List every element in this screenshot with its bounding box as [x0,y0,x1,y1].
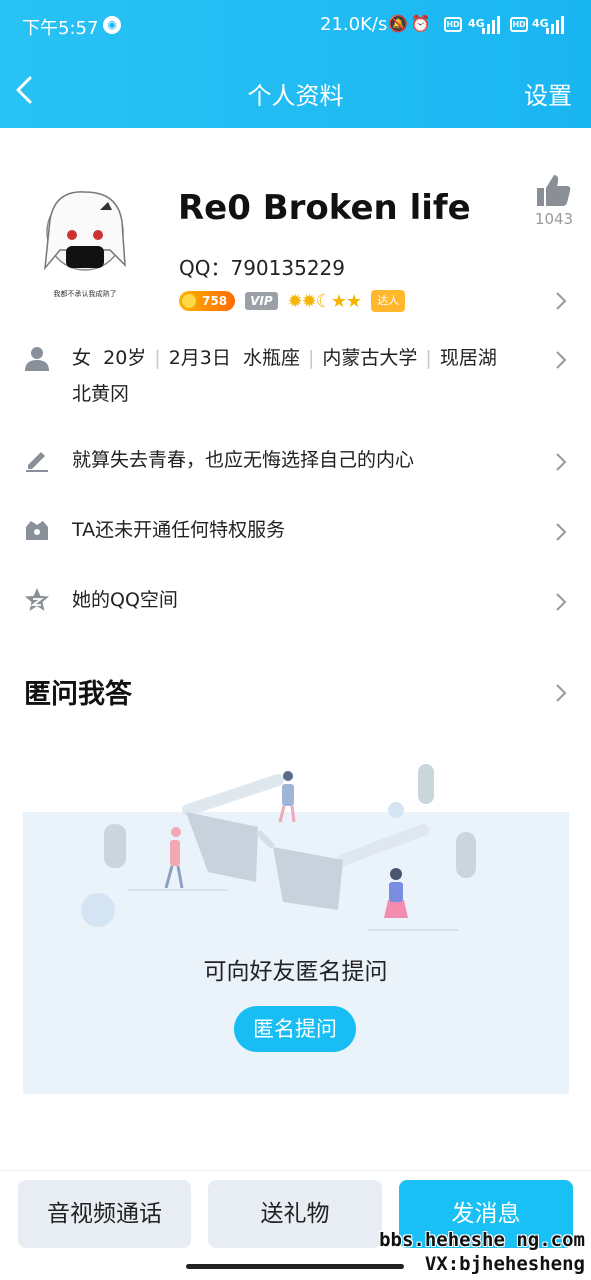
qq-number: QQ：790135229 [179,256,346,280]
mute-alarm-icons: 🔕⏰ [388,14,434,33]
home-indicator[interactable] [186,1264,404,1269]
zodiac: 水瓶座 [242,347,300,369]
watermark-line2: VX:bjhehesheng [424,1253,585,1275]
school: 内蒙古大学 [322,347,418,369]
qzone-star-icon [25,588,49,611]
hd-icon: HD [444,17,462,32]
send-gift-button[interactable]: 送礼物 [208,1180,382,1248]
status-bar: 下午5:57 ◉ 21.0K/s 🔕⏰ HD 4G HD 4G [0,0,591,52]
badge-row[interactable]: 758 VIP ✹✹☾★★ 达人 [179,288,406,314]
chevron-right-icon[interactable] [555,683,567,703]
privilege-text: TA还未开通任何特权服务 [72,519,286,541]
location-line2: 北黄冈 [72,383,130,405]
avatar-caption: 我都不承认我成熟了 [54,289,117,298]
watermark-line1: bbs.heheshe ng.com [379,1229,585,1251]
chevron-right-icon [556,351,567,369]
location-line1: 现居湖 [439,347,497,369]
chevron-right-icon [556,453,567,471]
watermark: bbs.heheshe ng.com VX:bjhehesheng [379,1228,585,1276]
daren-badge: 达人 [371,290,406,312]
coin-level-value: 758 [202,294,228,308]
coin-icon [181,293,197,309]
qa-section-title[interactable]: 匿问我答 [24,672,132,711]
page-title: 个人资料 [247,82,344,110]
vip-badge: VIP [245,292,278,310]
signal-icon-2 [546,14,564,34]
chevron-right-icon[interactable] [555,291,567,311]
edit-pencil-icon [26,452,48,472]
signal-icon [482,14,500,34]
video-call-button[interactable]: 音视频通话 [18,1180,191,1248]
chevron-right-icon [556,593,567,611]
status-time: 下午5:57 [22,18,99,39]
crown-icon [26,521,48,540]
basic-info-text: 女 20岁 | 2月3日 水瓶座 | 内蒙古大学 | 现居湖 北黄冈 [72,347,497,405]
coin-level-badge: 758 [179,291,236,311]
network-speed: 21.0K/s [320,14,388,35]
hd-icon-2: HD [510,17,528,32]
qzone-text: 她的QQ空间 [72,589,178,611]
settings-button[interactable]: 设置 [524,76,572,111]
signature-text: 就算失去青春，也应无悔选择自己的内心 [72,449,415,471]
avatar[interactable]: 我都不承认我成熟了 [30,180,140,300]
qa-prompt: 可向好友匿名提问 [203,959,388,985]
age: 20岁 [103,347,147,369]
header-bar: 下午5:57 ◉ 21.0K/s 🔕⏰ HD 4G HD 4G 个人资料 设置 [0,0,591,128]
glasses-illustration [81,764,476,931]
qq-level-icons: ✹✹☾★★ [287,290,363,312]
anonymous-ask-button[interactable]: 匿名提问 [234,1006,356,1052]
person-icon [25,347,49,371]
birthday: 2月3日 [168,347,231,369]
thumbs-up-icon[interactable] [533,172,573,208]
wechat-icon: ◉ [103,16,121,34]
gender: 女 [72,347,92,369]
like-count: 1043 [534,210,574,228]
chevron-right-icon [556,523,567,541]
profile-name: Re0 Broken life [178,188,471,228]
